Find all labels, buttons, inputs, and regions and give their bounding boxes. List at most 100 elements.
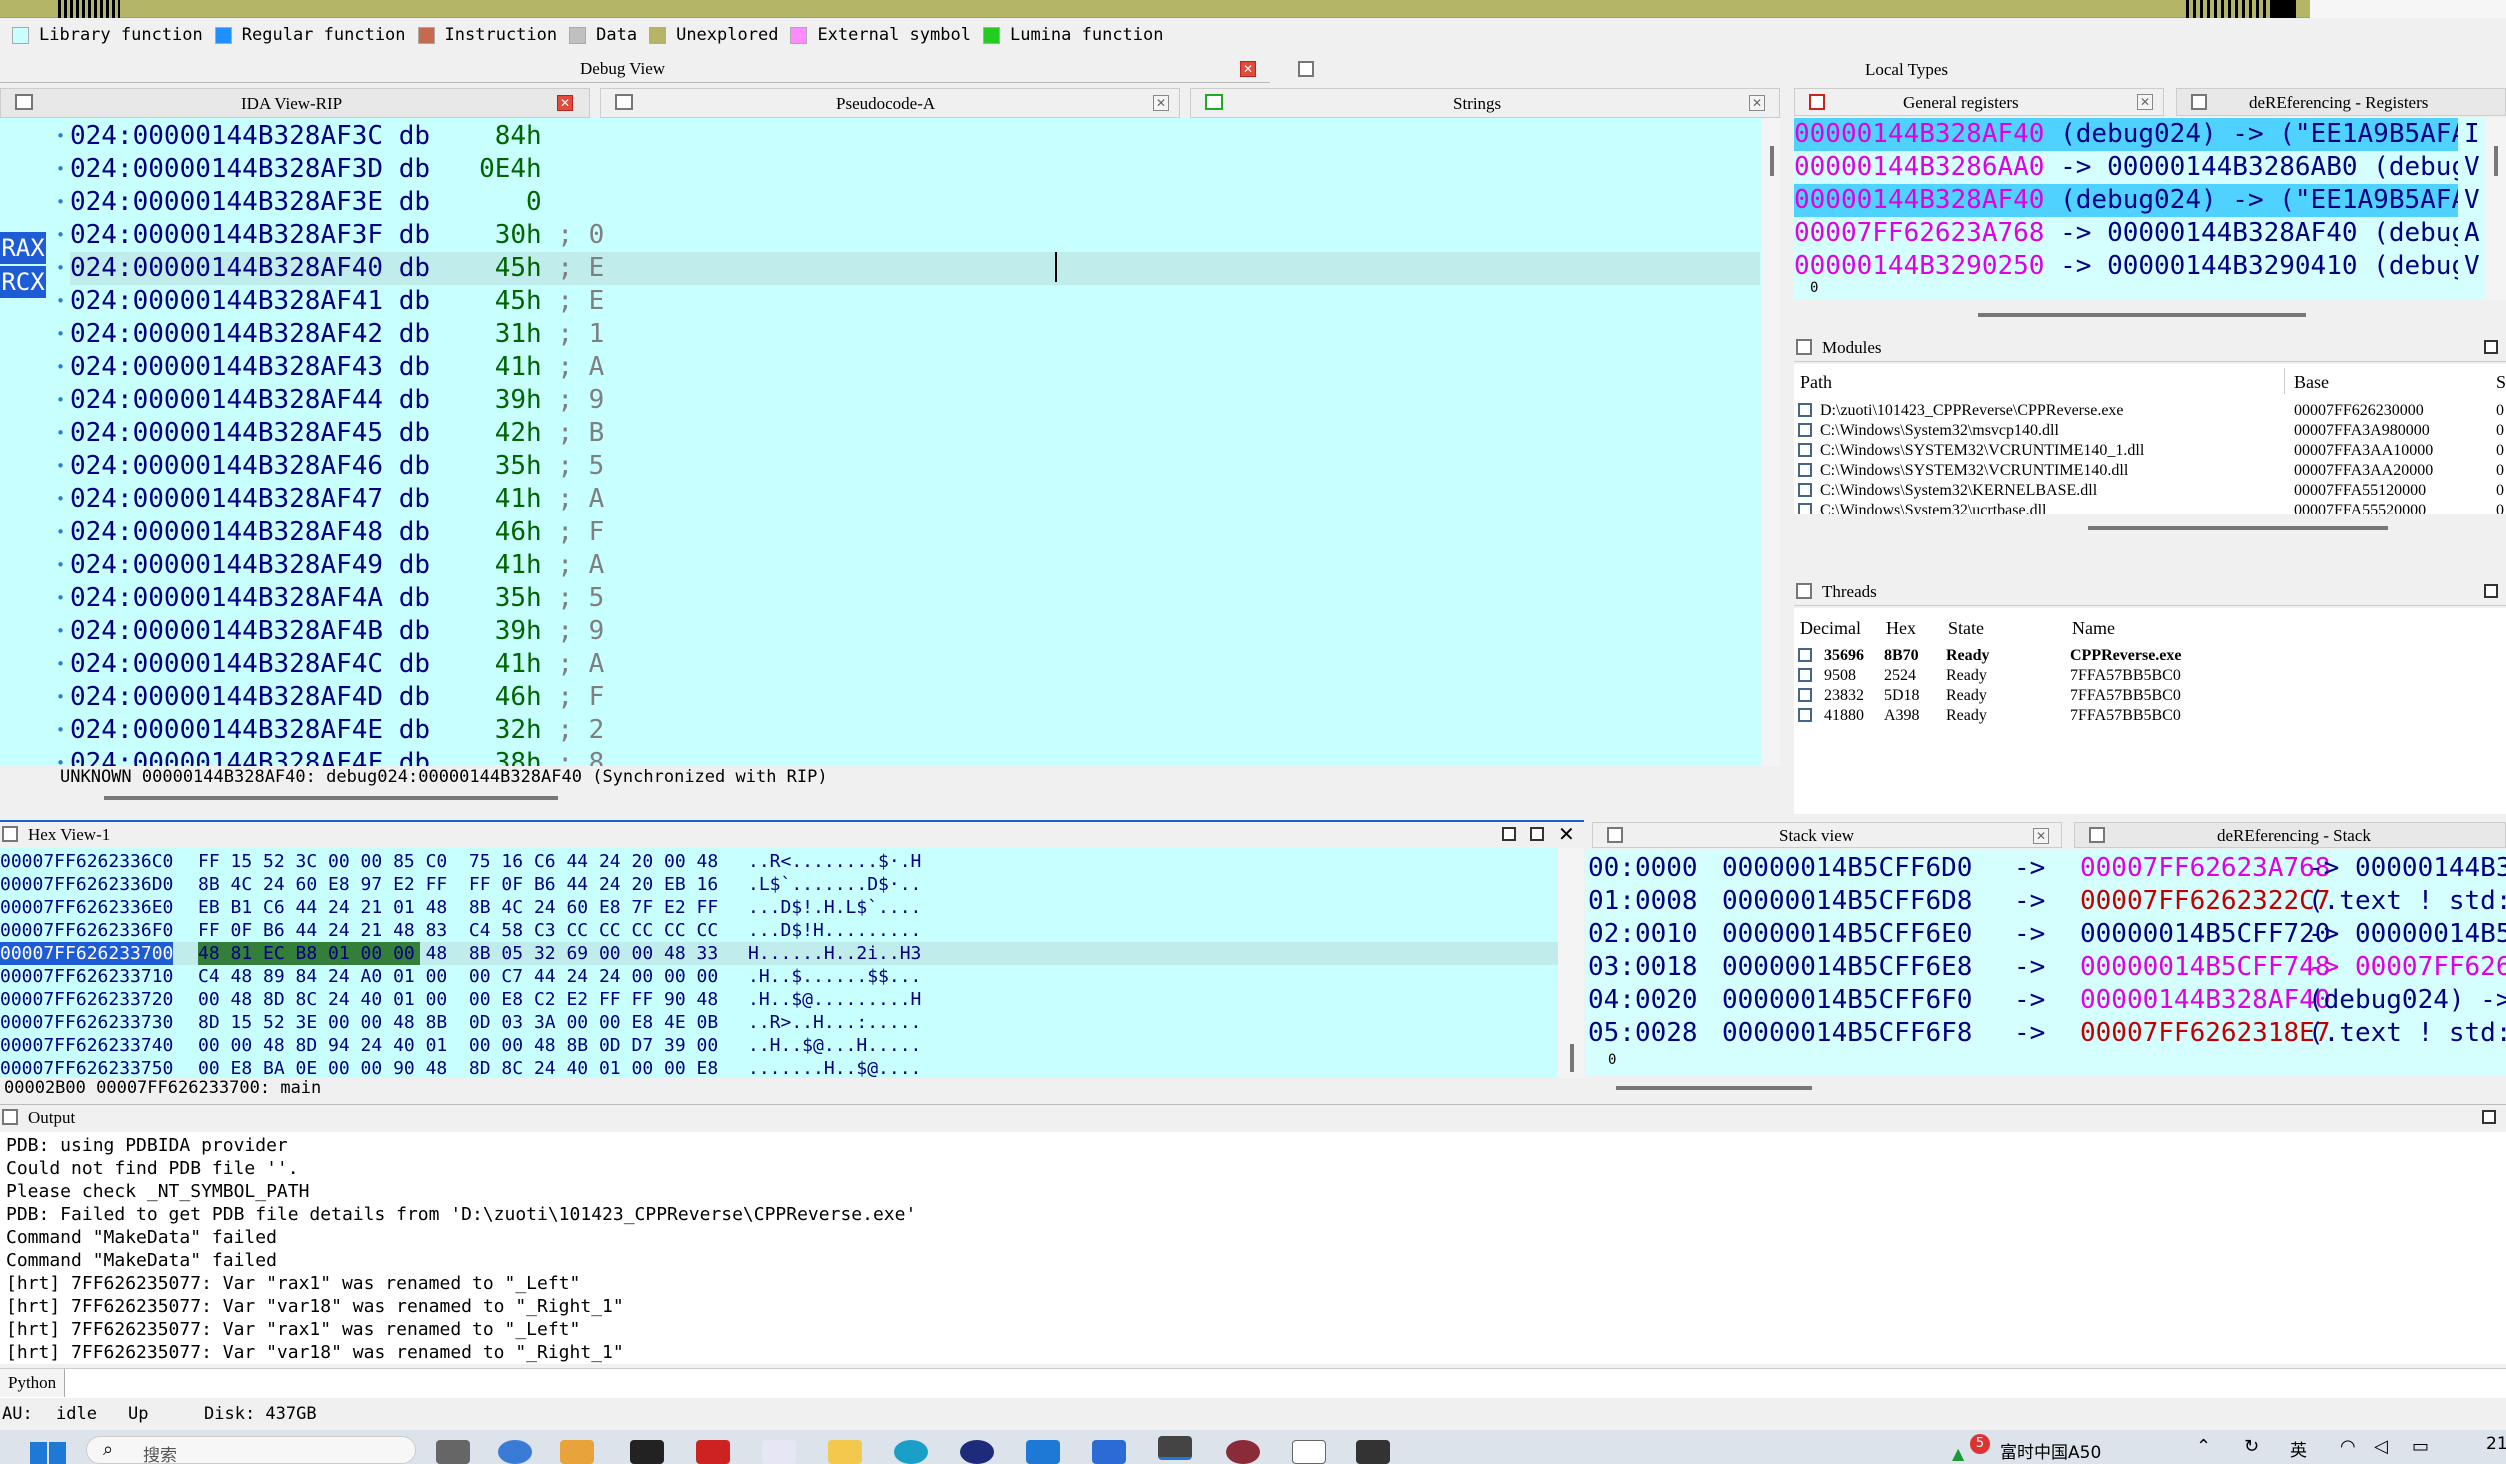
taskbar-app-icon[interactable] [960, 1440, 994, 1464]
hex-row[interactable]: 00007FF626233710 C4 48 89 84 24 A0 01 00 … [0, 965, 1558, 988]
hex-view[interactable]: 00007FF6262336C0 FF 15 52 3C 00 00 85 C0 … [0, 848, 1558, 1078]
hex-bytes[interactable]: 8D 15 52 3E 00 00 48 8B 0D 03 3A 00 00 E… [198, 1011, 718, 1034]
threads-header[interactable]: Threads [1794, 578, 2506, 606]
stack-row[interactable]: 04:0020 00000014B5CFF6F0 -> 00000144B328AF4… [1586, 984, 2506, 1017]
hex-view-header[interactable]: Hex View-1 ✕ [0, 820, 1584, 846]
python-language-button[interactable]: Python [0, 1369, 66, 1397]
stack-value[interactable]: 00000014B5CFF748 [2080, 951, 2330, 984]
modules-table[interactable]: Path Base S D:\zuoti\101423_CPPReverse\C… [1794, 364, 2506, 514]
ida-listing-line[interactable]: • 024:00000144B328AF49 db 41h ; A [56, 549, 1760, 582]
start-button-icon[interactable] [30, 1442, 66, 1464]
deref-registers-tab[interactable]: deREferencing - Registers [2176, 88, 2506, 116]
tray-sync-icon[interactable]: ↻ [2244, 1436, 2259, 1457]
taskbar-app-icon[interactable] [1026, 1440, 1060, 1464]
registers-hscrollbar[interactable] [1794, 300, 2506, 324]
thread-row[interactable]: 23832 5D18 Ready 7FFA57BB5BC0 [1794, 686, 2506, 706]
stack-row[interactable]: 01:0008 00000014B5CFF6D8 -> 00007FF6262322C… [1586, 885, 2506, 918]
taskbar-search-box[interactable]: ⌕ 搜索 [86, 1436, 416, 1464]
register-value[interactable]: 00000144B3290250 [1794, 251, 2044, 281]
ida-listing-line[interactable]: • 024:00000144B328AF3E db 0 [56, 186, 1760, 219]
taskbar-app-icon[interactable] [762, 1440, 796, 1464]
taskbar-folder-icon[interactable] [828, 1440, 862, 1464]
module-row[interactable]: C:\Windows\SYSTEM32\VCRUNTIME140_1.dll 00… [1794, 441, 2506, 461]
taskbar-app-icon[interactable] [436, 1440, 470, 1464]
hex-bytes[interactable]: C4 48 89 84 24 A0 01 00 00 C7 44 24 24 0… [198, 965, 718, 988]
ida-listing-line[interactable]: • 024:00000144B328AF4F db 38h ; 8 [56, 747, 1760, 766]
general-registers-tab[interactable]: General registers ✕ [1794, 88, 2164, 116]
output-maximize-icon[interactable] [2482, 1110, 2496, 1124]
ida-view-close-icon[interactable]: ✕ [557, 95, 573, 111]
hex-row[interactable]: 00007FF626233740 00 00 48 8D 94 24 40 01 … [0, 1034, 1558, 1057]
ida-listing-line[interactable]: • 024:00000144B328AF4C db 41h ; A [56, 648, 1760, 681]
hex-row[interactable]: 00007FF626233750 00 E8 BA 0E 00 00 90 48 … [0, 1057, 1558, 1078]
taskbar-app-icon[interactable] [1092, 1440, 1126, 1464]
clock[interactable]: 21 [2486, 1434, 2506, 1454]
register-line[interactable]: 00000144B3286AA0 -> 00000144B3286AB0 (de… [1794, 151, 2494, 184]
stack-value[interactable]: 00000144B328AF40 [2080, 984, 2330, 1017]
ida-listing-line[interactable]: • 024:00000144B328AF40 db 45h ; E [56, 252, 1760, 285]
module-row[interactable]: C:\Windows\SYSTEM32\VCRUNTIME140.dll 0000… [1794, 461, 2506, 481]
threads-col-name[interactable]: Name [2072, 618, 2115, 639]
hex-vscrollbar[interactable] [1558, 848, 1584, 1078]
debug-view-tab[interactable]: Debug View ✕ [0, 55, 1270, 83]
modules-col-base[interactable]: Base [2294, 372, 2329, 393]
threads-maximize-icon[interactable] [2484, 584, 2498, 598]
hex-bytes[interactable]: FF 15 52 3C 00 00 85 C0 75 16 C6 44 24 2… [198, 850, 718, 873]
ida-listing-line[interactable]: • 024:00000144B328AF41 db 45h ; E [56, 285, 1760, 318]
stack-row[interactable]: 02:0010 00000014B5CFF6E0 -> 00000014B5CFF72… [1586, 918, 2506, 951]
hex-row[interactable]: 00007FF626233700 48 81 EC B8 01 00 00 48 … [0, 942, 1558, 965]
register-line[interactable]: 00000144B328AF40 (debug024) -> ("EE1A9B5… [1794, 184, 2494, 217]
register-value[interactable]: 00000144B3286AA0 [1794, 152, 2044, 182]
threads-col-state[interactable]: State [1948, 618, 1984, 639]
register-value[interactable]: 00007FF62623A768 [1794, 218, 2044, 248]
stack-view[interactable]: 00:0000 00000014B5CFF6D0 -> 00007FF62623A76… [1586, 850, 2506, 1076]
threads-table[interactable]: Decimal Hex State Name 35696 8B70 Ready CPP… [1794, 608, 2506, 814]
thread-row[interactable]: 9508 2524 Ready 7FFA57BB5BC0 [1794, 666, 2506, 686]
modules-col-s[interactable]: S [2496, 372, 2506, 393]
stack-view-tab[interactable]: Stack view ✕ [1592, 822, 2062, 848]
output-header[interactable]: Output [0, 1104, 2506, 1130]
hex-bytes[interactable]: 48 81 EC B8 01 00 00 48 8B 05 32 69 00 0… [198, 942, 718, 965]
hex-row[interactable]: 00007FF6262336E0 EB B1 C6 44 24 21 01 48 … [0, 896, 1558, 919]
stack-value[interactable]: 00007FF62623A768 [2080, 852, 2330, 885]
ida-listing-line[interactable]: • 024:00000144B328AF46 db 35h ; 5 [56, 450, 1760, 483]
stack-view-close-icon[interactable]: ✕ [2033, 828, 2049, 844]
stack-value[interactable]: 00000014B5CFF720 [2080, 918, 2330, 951]
battery-icon[interactable]: ▭ [2412, 1436, 2429, 1457]
registers-view[interactable]: 00000144B328AF40 (debug024) -> ("EE1A9B5… [1794, 118, 2506, 300]
stack-hscroll-thumb[interactable] [1616, 1086, 1812, 1090]
local-types-tab[interactable]: Local Types [1290, 55, 2506, 85]
ida-listing-line[interactable]: • 024:00000144B328AF42 db 31h ; 1 [56, 318, 1760, 351]
ida-vscroll-thumb[interactable] [1770, 146, 1774, 176]
thread-row[interactable]: 41880 A398 Ready 7FFA57BB5BC0 [1794, 706, 2506, 726]
ida-listing-line[interactable]: • 024:00000144B328AF3D db 0E4h [56, 153, 1760, 186]
pseudocode-tab[interactable]: Pseudocode-A ✕ [600, 88, 1180, 118]
volume-icon[interactable]: ◁ [2374, 1436, 2388, 1457]
thread-row[interactable]: 35696 8B70 Ready CPPReverse.exe [1794, 646, 2506, 666]
modules-hscroll-thumb[interactable] [2088, 526, 2388, 530]
taskbar-app-icon[interactable] [1292, 1440, 1326, 1464]
module-row[interactable]: D:\zuoti\101423_CPPReverse\CPPReverse.ex… [1794, 401, 2506, 421]
threads-col-decimal[interactable]: Decimal [1800, 618, 1861, 639]
hex-row[interactable]: 00007FF6262336F0 FF 0F B6 44 24 21 48 83 … [0, 919, 1558, 942]
hex-bytes[interactable]: 00 E8 BA 0E 00 00 90 48 8D 8C 24 40 01 0… [198, 1057, 718, 1078]
wifi-icon[interactable]: ◠ [2340, 1436, 2356, 1457]
taskbar-app-icon[interactable] [1356, 1440, 1390, 1464]
taskbar-app-icon[interactable] [498, 1440, 532, 1464]
register-value[interactable]: 00000144B328AF40 [1794, 119, 2044, 149]
stack-hscrollbar[interactable] [1586, 1076, 2506, 1100]
hex-bytes[interactable]: 8B 4C 24 60 E8 97 E2 FF FF 0F B6 44 24 2… [198, 873, 718, 896]
ida-listing-line[interactable]: • 024:00000144B328AF48 db 46h ; F [56, 516, 1760, 549]
input-language[interactable]: 英 [2290, 1436, 2307, 1461]
hex-bytes[interactable]: FF 0F B6 44 24 21 48 83 C4 58 C3 CC CC C… [198, 919, 718, 942]
hex-bytes[interactable]: EB B1 C6 44 24 21 01 48 8B 4C 24 60 E8 7… [198, 896, 718, 919]
module-row[interactable]: C:\Windows\System32\ucrtbase.dll 00007FFA… [1794, 501, 2506, 514]
ida-hscrollbar[interactable] [0, 790, 1780, 804]
registers-vscroll-thumb[interactable] [2494, 146, 2498, 176]
hex-row[interactable]: 00007FF6262336D0 8B 4C 24 60 E8 97 E2 FF … [0, 873, 1558, 896]
modules-maximize-icon[interactable] [2484, 340, 2498, 354]
hex-row[interactable]: 00007FF626233730 8D 15 52 3E 00 00 48 8B … [0, 1011, 1558, 1034]
taskbar-app-icon[interactable] [1226, 1440, 1260, 1464]
debug-view-close-icon[interactable]: ✕ [1240, 61, 1256, 77]
register-line[interactable]: 00000144B3290250 -> 00000144B3290410 (de… [1794, 250, 2494, 283]
